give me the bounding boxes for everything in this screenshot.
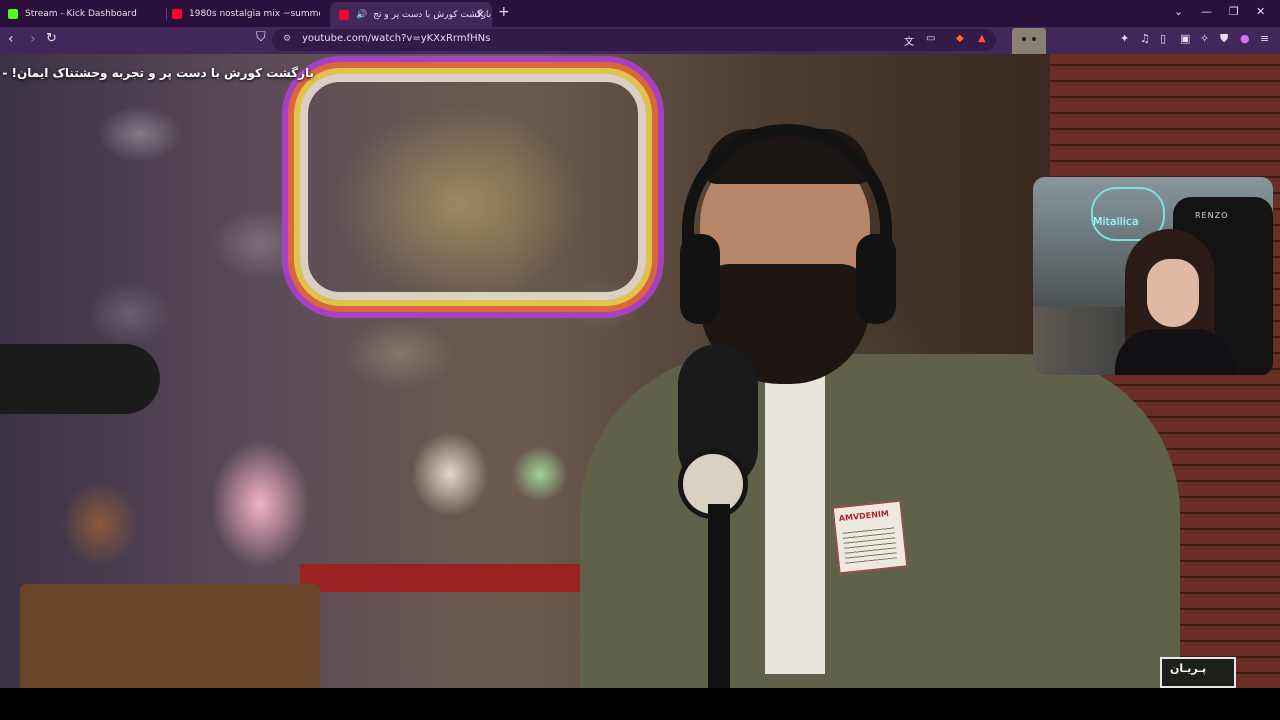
kick-icon — [8, 8, 18, 19]
translate-icon[interactable]: 文 — [904, 33, 914, 48]
tab-strip: Stream - Kick Dashboard 1980s nostalgia … — [0, 0, 1280, 27]
streamer-body — [1115, 329, 1235, 375]
jacket-patch: AMVDENIM — [832, 500, 908, 574]
menu-icon[interactable]: ≡ — [1260, 32, 1269, 45]
tab-title: 1980s nostalgia mix ~summer vibes — [189, 8, 320, 19]
url-text[interactable]: youtube.com/watch?v=yKXxRrmfHNs — [302, 33, 490, 44]
red-shelf — [300, 564, 600, 592]
tab-nostalgia-mix[interactable]: 1980s nostalgia mix ~summer vibes — [172, 0, 320, 27]
browser-toolbar: ‹ › ↻ ⛉ ⚙ youtube.com/watch?v=yKXxRrmfHN… — [0, 27, 1280, 58]
headphone-cup-left — [680, 234, 720, 324]
chair-brand-label: RENZO — [1195, 211, 1229, 220]
leo-ai-icon[interactable]: ✧ — [1200, 32, 1209, 45]
channel-logo-text: Mitallica — [1093, 215, 1139, 228]
close-window-button[interactable]: ✕ — [1256, 5, 1265, 18]
site-info-icon[interactable]: ⚙ — [283, 34, 291, 44]
brave-rewards-icon[interactable]: ▲ — [978, 33, 986, 44]
brave-shield-icon[interactable]: ◆ — [956, 33, 964, 44]
patch-fine-print — [842, 524, 898, 564]
channel-watermark: پـریـان — [1160, 657, 1236, 688]
media-icon[interactable]: ♫ — [1140, 32, 1150, 45]
streamer-person — [1115, 229, 1235, 375]
tab-separator — [166, 8, 167, 20]
video-title-overlay: بازگشت کورش با دست پر و تجربه وحشتناک ای… — [0, 66, 314, 80]
tab-kick-dashboard[interactable]: Stream - Kick Dashboard — [8, 0, 164, 27]
headphone-cup-right — [856, 234, 896, 324]
watermark-logo-icon: پـریـان — [1170, 662, 1207, 675]
tab-search-icon[interactable]: ⌄ — [1174, 5, 1183, 18]
patch-label: AMVDENIM — [838, 508, 890, 524]
streamer-facecam: Mitallica RENZO — [1033, 177, 1273, 375]
minimize-button[interactable]: — — [1201, 5, 1212, 18]
white-tshirt — [765, 374, 825, 674]
address-bar[interactable]: ⚙ youtube.com/watch?v=yKXxRrmfHNs 文 ▭ ◆ … — [272, 29, 996, 51]
forward-arrow-icon[interactable]: › — [30, 31, 36, 47]
video-title-text: بازگشت کورش با دست پر و تجربه وحشتناک ای… — [0, 66, 314, 80]
youtube-icon — [339, 9, 349, 20]
back-arrow-icon[interactable]: ‹ — [8, 31, 14, 47]
microphone-stand — [708, 504, 730, 688]
sidebar-icon[interactable]: ▯ — [1160, 32, 1166, 45]
cast-icon[interactable]: ▭ — [926, 33, 935, 44]
wooden-barrel — [20, 584, 320, 688]
streamer-face — [1147, 259, 1199, 327]
tab-title: بازگشت کورش با دست پر و تج — [373, 9, 492, 20]
bookmark-icon[interactable]: ⛉ — [256, 30, 266, 45]
audio-playing-icon[interactable]: 🔊 — [356, 10, 367, 20]
left-microphone — [0, 344, 160, 414]
letterbox-bar — [0, 688, 1280, 720]
wallet-icon[interactable]: ▣ — [1180, 32, 1190, 45]
tab-active-video[interactable]: 🔊 بازگشت کورش با دست پر و تج ✕ — [330, 2, 492, 27]
new-tab-button[interactable]: + — [498, 4, 510, 20]
vpn-icon[interactable]: ⛊ — [1220, 32, 1228, 46]
close-tab-icon[interactable]: ✕ — [476, 8, 485, 21]
brave-wallet-icon[interactable]: ● — [1240, 32, 1250, 45]
youtube-icon — [172, 8, 182, 19]
tab-title: Stream - Kick Dashboard — [25, 8, 137, 19]
extensions-icon[interactable]: ✦ — [1120, 32, 1129, 45]
reload-icon[interactable]: ↻ — [46, 31, 57, 46]
maximize-button[interactable]: ❐ — [1229, 5, 1239, 18]
